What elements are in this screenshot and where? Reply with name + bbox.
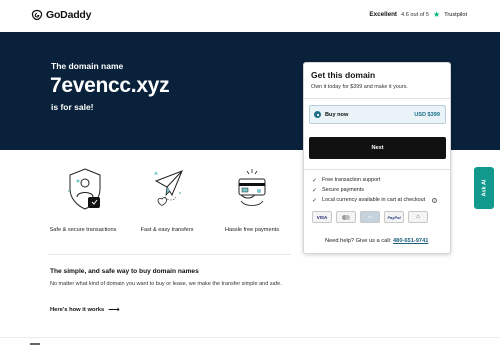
domain-name-title: 7evencc.xyz bbox=[50, 74, 170, 97]
godaddy-logo-icon bbox=[31, 9, 43, 21]
how-it-works-link[interactable]: Here's how it works ⟶ bbox=[50, 305, 120, 314]
check-icon: ✓ bbox=[312, 177, 318, 184]
section-divider bbox=[48, 254, 291, 255]
help-line: Need help? Give us a call: 480-651-9741 bbox=[325, 238, 428, 244]
info-icon[interactable]: i bbox=[432, 197, 438, 203]
info-title: The simple, and safe way to buy domain n… bbox=[50, 268, 199, 275]
buy-now-price: USD $399 bbox=[414, 112, 440, 118]
header: GoDaddy Excellent 4.6 out of 5 ★ Trustpi… bbox=[0, 0, 500, 32]
buy-now-option[interactable]: Buy now USD $399 bbox=[309, 105, 446, 124]
card-divider bbox=[304, 98, 450, 99]
how-it-works-label: Here's how it works bbox=[50, 307, 105, 313]
ask-ai-button[interactable]: Ask AI bbox=[474, 167, 494, 209]
feature-secure-transactions: Safe & secure transactions bbox=[49, 227, 117, 233]
shield-person-icon bbox=[68, 168, 101, 210]
list-item: ✓ Local currency available in cart at ch… bbox=[312, 195, 438, 205]
info-text: No matter what kind of domain you want t… bbox=[50, 281, 282, 287]
arrow-right-icon: ⟶ bbox=[108, 305, 120, 314]
ask-ai-label: Ask AI bbox=[480, 179, 487, 197]
footer-logo-mark bbox=[30, 343, 40, 345]
card-divider-2 bbox=[304, 169, 450, 170]
credit-card-icon bbox=[238, 169, 266, 206]
help-text: Need help? Give us a call: bbox=[325, 238, 392, 244]
footer-divider bbox=[0, 337, 500, 338]
buy-now-label: Buy now bbox=[325, 112, 349, 118]
paypal-icon: PayPal bbox=[384, 211, 404, 223]
visa-icon: VISA bbox=[312, 211, 332, 223]
hero-eyebrow: The domain name bbox=[51, 61, 124, 71]
trust-rating-label: Excellent bbox=[369, 11, 398, 18]
check-icon: ✓ bbox=[312, 197, 318, 204]
godaddy-logo[interactable]: GoDaddy bbox=[31, 9, 91, 21]
mastercard-icon bbox=[336, 211, 356, 223]
hero-tagline: is for sale! bbox=[51, 102, 94, 112]
card-features-list: ✓ Free transaction support ✓ Secure paym… bbox=[312, 175, 438, 205]
card-subtitle: Own it today for $399 and make it yours. bbox=[311, 84, 408, 90]
trustpilot-star-icon: ★ bbox=[433, 9, 441, 19]
purchase-card: Get this domain Own it today for $399 an… bbox=[303, 62, 451, 254]
next-button[interactable]: Next bbox=[309, 137, 446, 159]
feature-fast-transfers: Fast & easy transfers bbox=[140, 227, 194, 233]
payment-methods: VISA ▭ PayPal ⌂ bbox=[312, 211, 428, 223]
list-item: ✓ Secure payments bbox=[312, 187, 364, 194]
feature-hassle-free-payments: Hassle free payments bbox=[224, 227, 280, 233]
paper-plane-icon bbox=[154, 170, 183, 206]
amex-icon: ▭ bbox=[360, 211, 380, 223]
help-phone-link[interactable]: 480-651-9741 bbox=[393, 238, 428, 244]
page: GoDaddy Excellent 4.6 out of 5 ★ Trustpi… bbox=[0, 0, 500, 348]
bank-icon: ⌂ bbox=[408, 211, 428, 223]
card-title: Get this domain bbox=[311, 70, 376, 80]
check-icon: ✓ bbox=[312, 187, 318, 194]
trust-score: 4.6 out of 5 bbox=[401, 11, 430, 18]
trust-brand: Trustpilot bbox=[444, 11, 467, 18]
radio-selected-icon[interactable] bbox=[314, 111, 321, 118]
trustpilot-widget[interactable]: Excellent 4.6 out of 5 ★ Trustpilot bbox=[369, 9, 467, 19]
list-item: ✓ Free transaction support bbox=[312, 177, 381, 184]
logo-text: GoDaddy bbox=[46, 9, 92, 21]
